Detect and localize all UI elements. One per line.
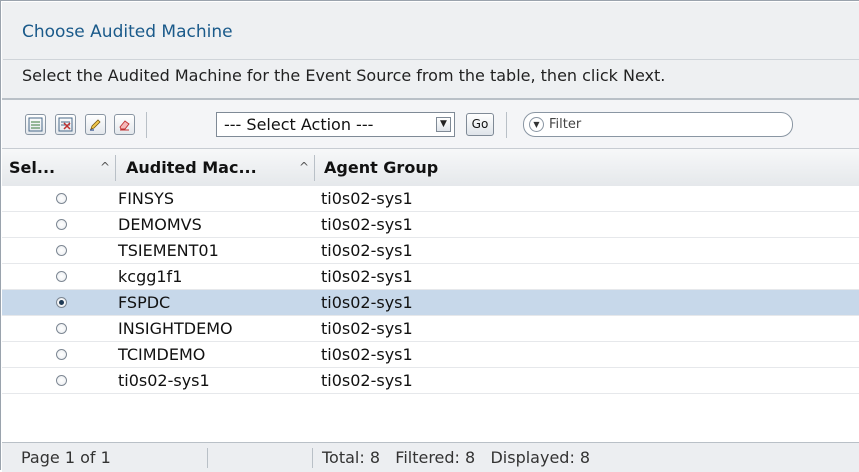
toolbar-divider	[506, 112, 507, 138]
table-row[interactable]: INSIGHTDEMO ti0s02-sys1	[2, 316, 859, 342]
page-indicator: Page 1 of 1	[21, 448, 111, 467]
table-row[interactable]: TSIEMENT01 ti0s02-sys1	[2, 238, 859, 264]
row-select-radio[interactable]	[56, 219, 67, 230]
cell-agent-group: ti0s02-sys1	[321, 267, 413, 286]
row-select-radio[interactable]	[56, 349, 67, 360]
row-select-radio[interactable]	[56, 271, 67, 282]
cell-audited-machine: FSPDC	[118, 293, 171, 312]
row-select-radio[interactable]	[56, 375, 67, 386]
column-header-agent-group[interactable]: Agent Group	[324, 149, 438, 186]
table-row[interactable]: kcgg1f1 ti0s02-sys1	[2, 264, 859, 290]
cell-agent-group: ti0s02-sys1	[321, 241, 413, 260]
cell-agent-group: ti0s02-sys1	[321, 189, 413, 208]
filter-dropdown-icon[interactable]: ▼	[529, 117, 544, 132]
panel-header: Choose Audited Machine Select the Audite…	[2, 2, 859, 99]
column-header-audited-machine[interactable]: Audited Mac...	[126, 149, 257, 186]
select-all-icon[interactable]	[25, 114, 46, 135]
panel-title: Choose Audited Machine	[22, 22, 233, 42]
footer-divider	[207, 448, 208, 468]
row-select-radio[interactable]	[56, 297, 67, 308]
row-select-radio[interactable]	[56, 323, 67, 334]
record-counts: Total: 8 Filtered: 8 Displayed: 8	[322, 448, 591, 467]
deselect-all-icon[interactable]	[55, 114, 76, 135]
clear-icon[interactable]	[114, 114, 135, 135]
cell-audited-machine: ti0s02-sys1	[118, 371, 210, 390]
cell-agent-group: ti0s02-sys1	[321, 293, 413, 312]
go-button[interactable]: Go	[466, 113, 494, 136]
cell-agent-group: ti0s02-sys1	[321, 215, 413, 234]
filter-field[interactable]: ▼	[523, 112, 793, 137]
cell-agent-group: ti0s02-sys1	[321, 345, 413, 364]
chevron-down-icon[interactable]: ▼	[436, 117, 451, 132]
select-action-value: --- Select Action ---	[224, 115, 374, 134]
audited-machine-panel: Choose Audited Machine Select the Audite…	[0, 0, 859, 472]
row-select-radio[interactable]	[56, 193, 67, 204]
title-divider	[3, 59, 859, 60]
footer-divider	[312, 448, 313, 468]
select-action-dropdown[interactable]: --- Select Action --- ▼	[216, 112, 455, 137]
filter-input[interactable]	[549, 115, 779, 134]
toolbar-divider	[146, 112, 147, 138]
radio-dot-icon	[59, 300, 64, 305]
table-row[interactable]: FSPDC ti0s02-sys1	[2, 290, 859, 316]
sort-caret-icon[interactable]: ^	[299, 149, 309, 186]
cell-audited-machine: INSIGHTDEMO	[118, 319, 233, 338]
table-footer: Page 1 of 1 Total: 8 Filtered: 8 Display…	[2, 442, 859, 472]
table-toolbar: --- Select Action --- ▼ Go ▼	[2, 100, 859, 149]
cell-agent-group: ti0s02-sys1	[321, 371, 413, 390]
panel-instructions: Select the Audited Machine for the Event…	[22, 66, 666, 85]
row-select-radio[interactable]	[56, 245, 67, 256]
cell-audited-machine: kcgg1f1	[118, 267, 183, 286]
edit-icon[interactable]	[85, 114, 106, 135]
cell-audited-machine: DEMOMVS	[118, 215, 202, 234]
table-row[interactable]: ti0s02-sys1 ti0s02-sys1	[2, 368, 859, 394]
table-row[interactable]: DEMOMVS ti0s02-sys1	[2, 212, 859, 238]
cell-audited-machine: TSIEMENT01	[118, 241, 219, 260]
table-header: Sel... ^ Audited Mac... ^ Agent Group	[2, 149, 859, 187]
sort-caret-icon[interactable]: ^	[100, 149, 110, 186]
cell-audited-machine: FINSYS	[118, 189, 174, 208]
column-divider	[115, 155, 116, 181]
cell-agent-group: ti0s02-sys1	[321, 319, 413, 338]
table-row[interactable]: TCIMDEMO ti0s02-sys1	[2, 342, 859, 368]
column-divider	[314, 155, 315, 181]
table-row[interactable]: FINSYS ti0s02-sys1	[2, 186, 859, 212]
cell-audited-machine: TCIMDEMO	[118, 345, 206, 364]
column-header-select[interactable]: Sel...	[9, 149, 55, 186]
